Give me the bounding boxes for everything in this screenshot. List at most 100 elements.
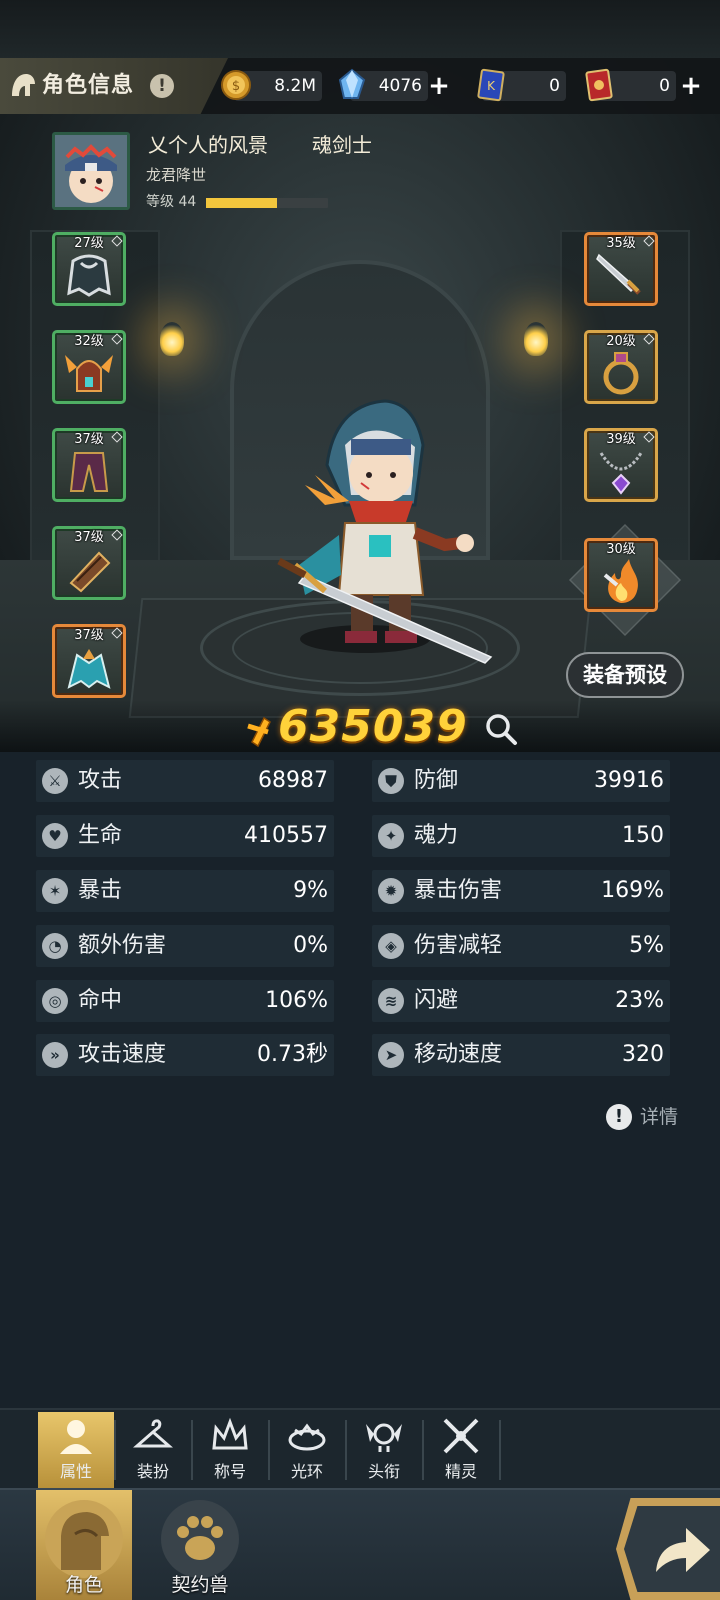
fire-skill-icon (603, 559, 638, 603)
tab-label: 精灵 (444, 1462, 477, 1481)
hero-character (277, 399, 493, 664)
blue-ticket-value: 0 (549, 76, 560, 96)
nav-label: 契约兽 (171, 1574, 229, 1596)
nav-contract-beast[interactable]: 契约兽 (152, 1490, 248, 1600)
stat-label: 攻击 (78, 768, 123, 793)
equip-slot-cloak[interactable]: 27级 (52, 232, 126, 306)
nav-label: 角色 (64, 1574, 103, 1596)
tab-attributes[interactable]: 属性 (38, 1412, 114, 1488)
equip-slot-weapon[interactable]: 35级 (584, 232, 658, 306)
stat-value: 150 (622, 823, 664, 848)
stat-extra-damage: ◔ 额外伤害 0% (36, 925, 334, 967)
stat-value: 0.73秒 (257, 1042, 328, 1067)
stat-defense: ⛊ 防御 39916 (372, 760, 670, 802)
level-progress-fill (206, 198, 277, 208)
gold-value: 8.2M (274, 76, 316, 96)
equipment-preset-button[interactable]: 装备预设 (566, 652, 684, 698)
avatar[interactable] (52, 132, 130, 210)
info-icon: ! (606, 1104, 632, 1130)
arrow-right-icon (656, 1528, 710, 1572)
hanger-icon (133, 1419, 173, 1448)
equip-slot-necklace[interactable]: 39级 (584, 428, 658, 502)
blue-ticket-icon: K (474, 66, 506, 104)
player-class: 魂剑士 (312, 133, 372, 157)
stat-value: 169% (601, 878, 664, 903)
winged-helmet-icon (65, 355, 113, 392)
search-icon[interactable] (484, 712, 518, 746)
tab-rank[interactable]: 头衔 (346, 1412, 422, 1488)
stat-value: 320 (622, 1042, 664, 1067)
red-ticket-add-button[interactable]: + (678, 72, 704, 100)
extra-damage-icon: ◔ (42, 933, 68, 959)
svg-text:$: $ (232, 79, 240, 94)
pants-icon (69, 452, 109, 492)
tab-label: 称号 (213, 1462, 246, 1481)
equip-slot-ring[interactable]: 20级 (584, 330, 658, 404)
person-icon (60, 1420, 92, 1454)
crown-icon (212, 1417, 248, 1450)
defense-icon: ⛊ (378, 768, 404, 794)
tab-outfit[interactable]: 装扮 (115, 1412, 191, 1488)
svg-text:K: K (487, 79, 496, 93)
stat-attack: ⚔ 攻击 68987 (36, 760, 334, 802)
equip-slot-skill[interactable]: 30级 (584, 538, 658, 612)
power-icon (244, 708, 274, 748)
stat-hp: ♥ 生命 410557 (36, 815, 334, 857)
tab-label: 光环 (290, 1462, 323, 1481)
stat-label: 闪避 (414, 988, 459, 1013)
red-ticket-icon (582, 66, 614, 104)
accuracy-icon: ◎ (42, 988, 68, 1014)
nav-character[interactable]: 角色 (36, 1490, 132, 1600)
page-title: 角色信息 (42, 73, 135, 98)
stat-label: 生命 (78, 823, 123, 848)
damage-reduction-icon: ◈ (378, 933, 404, 959)
stat-label: 魂力 (414, 823, 459, 848)
tab-spirit[interactable]: 精灵 (423, 1412, 499, 1488)
character-info-screen: 角色信息 ! 8.2M $ 4076 + 0 K 0 + 乂个人的风景 魂剑士 … (0, 0, 720, 1600)
tab-halo[interactable]: 光环 (269, 1412, 345, 1488)
stat-label: 攻击速度 (78, 1042, 167, 1067)
tab-divider (499, 1420, 501, 1480)
tab-label: 头衔 (367, 1462, 400, 1481)
dodge-icon: ≋ (378, 988, 404, 1014)
details-label: 详情 (640, 1106, 679, 1128)
stat-value: 39916 (594, 768, 664, 793)
equip-slot-helmet[interactable]: 32级 (52, 330, 126, 404)
stat-value: 5% (629, 933, 664, 958)
helmet-icon (8, 70, 38, 100)
skull-wings-icon (366, 1423, 402, 1452)
stat-label: 移动速度 (414, 1042, 503, 1067)
character-icon (45, 1500, 123, 1578)
gauntlet-icon (69, 551, 111, 593)
sword-icon (596, 253, 641, 295)
tab-label: 属性 (59, 1462, 92, 1481)
equip-slot-gauntlet[interactable]: 37级 (52, 526, 126, 600)
player-name: 乂个人的风景 (148, 133, 268, 157)
heart-icon: ♥ (42, 823, 68, 849)
stat-value: 0% (293, 933, 328, 958)
crystal-add-button[interactable]: + (426, 72, 452, 100)
crystal-value: 4076 (378, 76, 422, 96)
crit-icon: ✶ (42, 878, 68, 904)
stat-damage-reduction: ◈ 伤害减轻 5% (372, 925, 670, 967)
stat-label: 额外伤害 (78, 933, 167, 958)
stat-value: 106% (265, 988, 328, 1013)
stat-value: 410557 (244, 823, 328, 848)
help-button[interactable]: ! (150, 74, 174, 98)
move-speed-icon: ➤ (378, 1042, 404, 1068)
level-label: 等级 44 (146, 194, 197, 210)
paw-icon (161, 1500, 239, 1578)
stat-label: 暴击伤害 (414, 878, 503, 903)
stat-accuracy: ◎ 命中 106% (36, 980, 334, 1022)
red-ticket-value: 0 (659, 76, 670, 96)
torch-left (160, 322, 184, 356)
attack-icon: ⚔ (42, 768, 68, 794)
stat-crit-damage: ✹ 暴击伤害 169% (372, 870, 670, 912)
stat-value: 23% (615, 988, 664, 1013)
equip-slot-pants[interactable]: 37级 (52, 428, 126, 502)
stat-soul: ✦ 魂力 150 (372, 815, 670, 857)
crit-damage-icon: ✹ (378, 878, 404, 904)
scene-ceiling (0, 0, 720, 60)
equip-slot-boots[interactable]: 37级 (52, 624, 126, 698)
tab-title[interactable]: 称号 (192, 1412, 268, 1488)
